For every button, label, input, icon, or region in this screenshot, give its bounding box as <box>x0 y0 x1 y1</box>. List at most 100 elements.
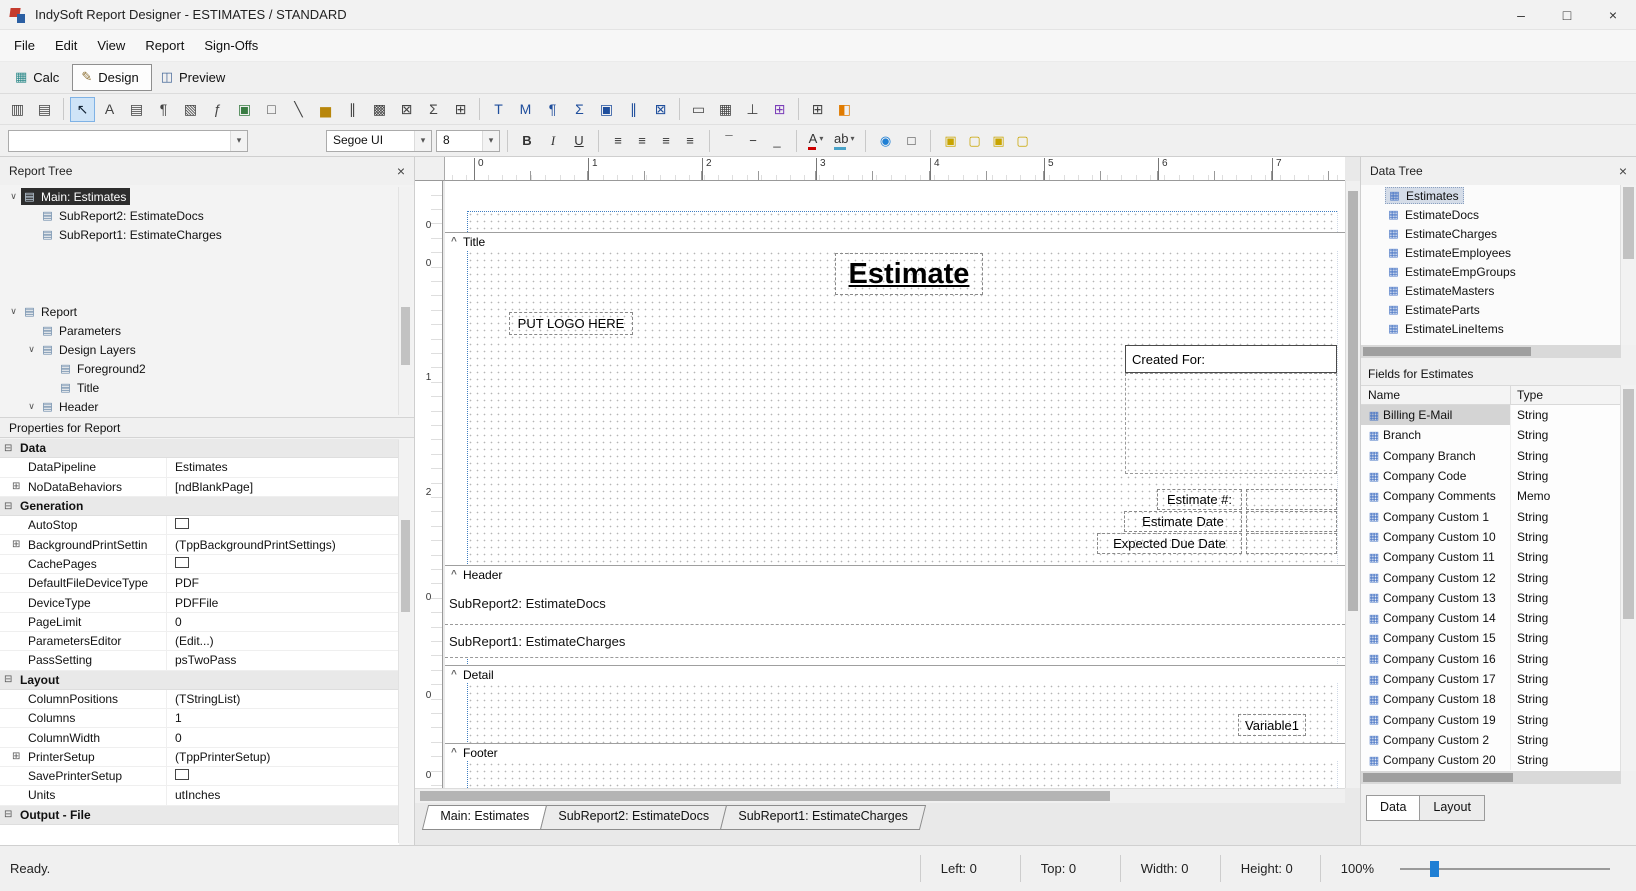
field-row-company-comments[interactable]: ▦Company CommentsMemo <box>1361 486 1621 506</box>
property-section-data[interactable]: ⊟Data <box>0 439 399 458</box>
expander-icon[interactable]: ∨ <box>6 306 21 317</box>
estimate-heading-label[interactable]: Estimate <box>835 253 983 295</box>
chevron-down-icon[interactable]: ▾ <box>819 134 823 143</box>
created-for-label[interactable]: Created For: <box>1125 345 1337 373</box>
tables-horizontal-scrollbar[interactable] <box>1361 345 1621 358</box>
subreport1-band[interactable]: SubReport1: EstimateCharges <box>445 625 1345 658</box>
valign-top-button[interactable]: ¯ <box>717 129 741 153</box>
style-combo[interactable]: ▾ <box>8 130 248 152</box>
align-center-button[interactable]: ≡ <box>630 129 654 153</box>
collapse-chevron-icon[interactable]: ^ <box>451 236 463 247</box>
checkbox-unchecked[interactable] <box>175 557 189 568</box>
variable-tool-icon[interactable]: ƒ <box>205 97 230 122</box>
tree-node-subreport1-estimatecharges[interactable]: ▤SubReport1: EstimateCharges <box>0 225 399 244</box>
table-tool-icon[interactable]: ⊞ <box>448 97 473 122</box>
barcode-tool-icon[interactable]: ∥ <box>340 97 365 122</box>
dbcalc-tool-icon[interactable]: Σ <box>567 97 592 122</box>
send-to-back-button[interactable]: ▢ <box>962 129 986 153</box>
expected-due-date-field[interactable] <box>1246 533 1337 554</box>
property-row-passsetting[interactable]: PassSettingpsTwoPass <box>0 651 399 670</box>
property-row-saveprintersetup[interactable]: SavePrinterSetup <box>0 767 399 786</box>
property-expander-icon[interactable]: ⊞ <box>12 539 28 550</box>
property-row-datapipeline[interactable]: DataPipelineEstimates <box>0 458 399 477</box>
move-forward-button[interactable]: ▣ <box>986 129 1010 153</box>
menu-edit[interactable]: Edit <box>45 33 87 58</box>
checkbox-unchecked[interactable] <box>175 518 189 529</box>
dbimage-tool-icon[interactable]: ▣ <box>594 97 619 122</box>
close-icon[interactable]: × <box>1619 164 1627 178</box>
bold-button[interactable]: B <box>515 129 539 153</box>
field-row-company-branch[interactable]: ▦Company BranchString <box>1361 446 1621 466</box>
chevron-down-icon[interactable]: ▾ <box>482 131 499 151</box>
fields-horizontal-scrollbar[interactable] <box>1361 771 1621 784</box>
property-expander-icon[interactable]: ⊞ <box>12 481 28 492</box>
data-table-estimatelineitems[interactable]: ▦EstimateLineItems <box>1361 319 1621 338</box>
expander-icon[interactable]: ∨ <box>24 401 39 412</box>
richtext-tool-icon[interactable]: ¶ <box>151 97 176 122</box>
scrollbar-thumb[interactable] <box>1363 347 1531 356</box>
align-right-button[interactable]: ≡ <box>654 129 678 153</box>
chevron-down-icon[interactable]: ▾ <box>414 131 431 151</box>
subreport-tool-icon[interactable]: ▦ <box>713 97 738 122</box>
collapse-chevron-icon[interactable]: ^ <box>451 569 463 580</box>
property-row-defaultfiledevicetype[interactable]: DefaultFileDeviceTypePDF <box>0 574 399 593</box>
expander-icon[interactable]: ∨ <box>6 191 21 202</box>
field-row-company-custom-10[interactable]: ▦Company Custom 10String <box>1361 527 1621 547</box>
move-backward-button[interactable]: ▢ <box>1010 129 1034 153</box>
property-row-units[interactable]: UnitsutInches <box>0 786 399 805</box>
field-row-billing-e-mail[interactable]: ▦Billing E-MailString <box>1361 405 1621 425</box>
field-row-company-custom-16[interactable]: ▦Company Custom 16String <box>1361 649 1621 669</box>
column-header-name[interactable]: Name <box>1361 386 1511 404</box>
bring-to-front-button[interactable]: ▣ <box>938 129 962 153</box>
dbbarcode-tool-icon[interactable]: ∥ <box>621 97 646 122</box>
field-row-company-custom-2[interactable]: ▦Company Custom 2String <box>1361 730 1621 750</box>
highlight-color-button[interactable]: ab ▾ <box>830 129 858 153</box>
collapse-chevron-icon[interactable]: ^ <box>451 747 463 758</box>
band-bar-footer[interactable]: ^ Footer <box>445 743 1345 761</box>
memo-tool-icon[interactable]: ▤ <box>124 97 149 122</box>
show-rulers-icon[interactable]: ▤ <box>32 97 57 122</box>
field-row-company-custom-17[interactable]: ▦Company Custom 17String <box>1361 669 1621 689</box>
tree-node-foreground2[interactable]: ▤Foreground2 <box>0 359 399 378</box>
underline-button[interactable]: U <box>567 129 591 153</box>
scrollbar-thumb[interactable] <box>1623 389 1634 619</box>
band-bar-detail[interactable]: ^ Detail <box>445 665 1345 683</box>
field-row-company-custom-14[interactable]: ▦Company Custom 14String <box>1361 608 1621 628</box>
barcode-2d-tool-icon[interactable]: ▩ <box>367 97 392 122</box>
tables-scrollbar[interactable] <box>1620 185 1636 345</box>
data-table-estimateempgroups[interactable]: ▦EstimateEmpGroups <box>1361 262 1621 281</box>
section-expander-icon[interactable]: ⊟ <box>4 501 20 512</box>
view-tab-preview[interactable]: ◫Preview <box>152 64 239 91</box>
property-row-pagelimit[interactable]: PageLimit0 <box>0 613 399 632</box>
data-table-estimateemployees[interactable]: ▦EstimateEmployees <box>1361 243 1621 262</box>
subreport2-band[interactable]: SubReport2: EstimateDocs <box>445 583 1345 625</box>
scrollbar-thumb[interactable] <box>401 307 410 365</box>
estimate-number-field[interactable] <box>1246 489 1337 510</box>
footer-band-area[interactable] <box>467 761 1337 788</box>
scrollbar-thumb[interactable] <box>1363 773 1513 782</box>
menu-view[interactable]: View <box>87 33 135 58</box>
tree-node-header[interactable]: ∨▤Header <box>0 397 399 416</box>
collapse-chevron-icon[interactable]: ^ <box>451 669 463 680</box>
menu-report[interactable]: Report <box>135 33 194 58</box>
data-table-estimatedocs[interactable]: ▦EstimateDocs <box>1361 205 1621 224</box>
sheet-tab-subreport2-estimatedocs[interactable]: SubReport2: EstimateDocs <box>540 805 727 830</box>
field-row-branch[interactable]: ▦BranchString <box>1361 425 1621 445</box>
field-row-company-custom-15[interactable]: ▦Company Custom 15String <box>1361 628 1621 648</box>
tree-node-subreport2-estimatedocs[interactable]: ▤SubReport2: EstimateDocs <box>0 206 399 225</box>
data-table-estimates[interactable]: ▦Estimates <box>1361 186 1621 205</box>
font-combo[interactable]: Segoe UI ▾ <box>326 130 432 152</box>
variable1-label[interactable]: Variable1 <box>1238 714 1306 736</box>
expander-icon[interactable]: ∨ <box>24 344 39 355</box>
scrollbar-thumb[interactable] <box>1348 191 1358 611</box>
minimize-button[interactable]: – <box>1498 0 1544 29</box>
data-table-estimatecharges[interactable]: ▦EstimateCharges <box>1361 224 1621 243</box>
field-row-company-custom-18[interactable]: ▦Company Custom 18String <box>1361 689 1621 709</box>
tree-node-parameters[interactable]: ▤Parameters <box>0 321 399 340</box>
detail-band-area[interactable] <box>467 683 1337 743</box>
menu-file[interactable]: File <box>4 33 45 58</box>
canvas-horizontal-scrollbar[interactable] <box>415 788 1345 803</box>
shape-tool-icon[interactable]: □ <box>259 97 284 122</box>
region-tool-icon[interactable]: ▭ <box>686 97 711 122</box>
column-header-type[interactable]: Type <box>1511 386 1636 404</box>
